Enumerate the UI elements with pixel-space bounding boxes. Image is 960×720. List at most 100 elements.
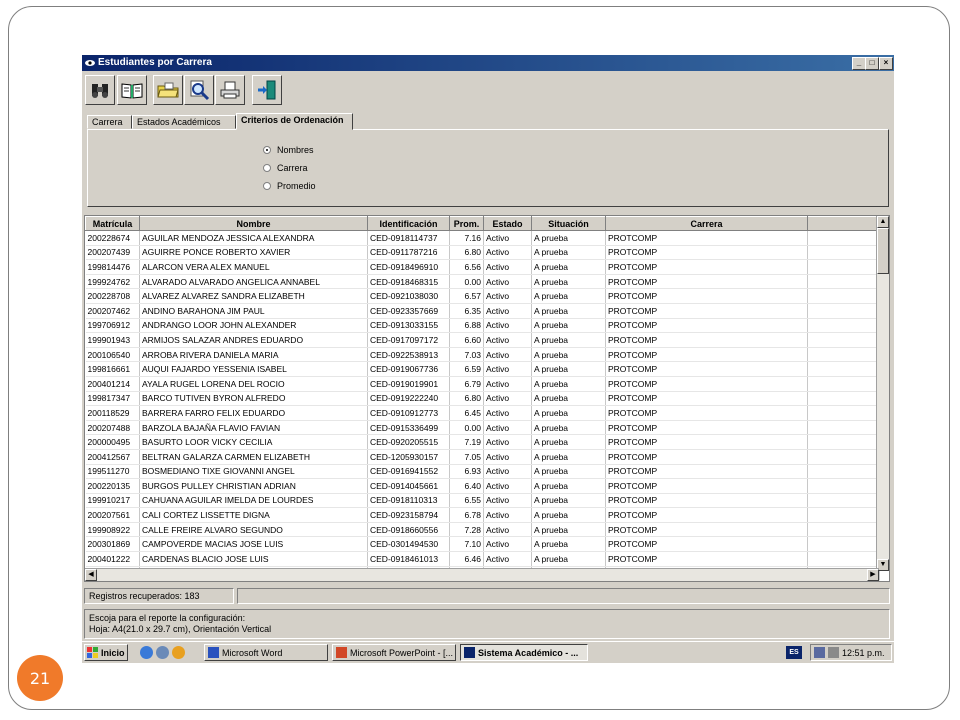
vertical-scrollbar[interactable]: ▲ ▼ [876, 216, 889, 571]
preview-button[interactable] [184, 75, 214, 105]
cell-empty [807, 434, 880, 450]
radio-nombres[interactable]: Nombres [263, 143, 314, 157]
maximize-button[interactable]: □ [865, 57, 879, 70]
cell-carrera: PROTCOMP [605, 507, 808, 523]
open-book-button[interactable] [117, 75, 147, 105]
cell-matricula: 199908922 [85, 522, 140, 538]
media-player-icon[interactable] [172, 646, 185, 659]
table-row[interactable]: 199908922 CALLE FREIRE ALVARO SEGUNDO CED-… [85, 522, 880, 538]
table-row[interactable]: 200207488 BARZOLA BAJAÑA FLAVIO FAVIAN CED… [85, 420, 880, 436]
cell-carrera: PROTCOMP [605, 391, 808, 407]
table-row[interactable]: 200220135 BURGOS PULLEY CHRISTIAN ADRIAN C… [85, 478, 880, 494]
column-header-nombre[interactable]: Nombre [139, 216, 368, 231]
task-sistema-academico[interactable]: Sistema Académico - ... [460, 644, 588, 661]
cell-identificacion: CED-1205930157 [367, 449, 450, 465]
records-count: Registros recuperados: 183 [84, 588, 234, 604]
cell-promedio: 7.10 [449, 536, 484, 553]
start-button[interactable]: Inicio [84, 644, 128, 661]
cell-matricula: 199706912 [85, 318, 140, 334]
folder-button[interactable] [153, 75, 183, 105]
column-header-carrera[interactable]: Carrera [605, 216, 808, 231]
table-row[interactable]: 200412567 BELTRAN GALARZA CARMEN ELIZABET… [85, 449, 880, 465]
cell-promedio: 6.88 [449, 318, 484, 334]
column-header-situacion[interactable]: Situación [531, 216, 606, 231]
cell-identificacion: CED-0918496910 [367, 259, 450, 275]
table-row[interactable]: 199816661 AUQUI FAJARDO YESSENIA ISABEL CE… [85, 361, 880, 377]
criteria-panel: Nombres Carrera Promedio [87, 129, 889, 207]
table-row[interactable]: 200228708 ALVAREZ ALVAREZ SANDRA ELIZABET… [85, 288, 880, 304]
table-row[interactable]: 199924762 ALVARADO ALVARADO ANGELICA ANNA… [85, 274, 880, 290]
column-header-estado[interactable]: Estado [483, 216, 532, 231]
column-header-identificacion[interactable]: Identificación [367, 216, 450, 231]
cell-identificacion: CED-0919019901 [367, 376, 450, 392]
title-bar[interactable]: Estudiantes por Carrera _ □ × [82, 55, 894, 71]
table-row[interactable]: 200228674 AGUILAR MENDOZA JESSICA ALEXAND… [85, 230, 880, 246]
exit-button[interactable] [252, 75, 282, 105]
cell-carrera: PROTCOMP [605, 303, 808, 319]
radio-label-carrera: Carrera [277, 163, 308, 173]
cell-carrera: PROTCOMP [605, 478, 808, 494]
table-row[interactable]: 199511270 BOSMEDIANO TIXE GIOVANNI ANGEL C… [85, 464, 880, 480]
search-records-button[interactable] [85, 75, 115, 105]
cell-carrera: PROTCOMP [605, 230, 808, 246]
cell-estado: Activo [483, 361, 532, 377]
radio-promedio[interactable]: Promedio [263, 179, 316, 193]
table-row[interactable]: 200207439 AGUIRRE PONCE ROBERTO XAVIER CED… [85, 245, 880, 261]
tab-estados-academicos[interactable]: Estados Académicos [132, 115, 236, 129]
eye-icon [464, 647, 475, 658]
table-row[interactable]: 199814476 ALARCON VERA ALEX MANUEL CED-091… [85, 259, 880, 275]
app-window: Estudiantes por Carrera _ □ × Carrera Es… [82, 55, 894, 663]
start-label: Inicio [101, 647, 125, 658]
table-row[interactable]: 200301869 CAMPOVERDE MACIAS JOSE LUIS CED-… [85, 536, 880, 553]
table-row[interactable]: 200207561 CALI CORTEZ LISSETTE DIGNA CED-0… [85, 507, 880, 523]
cell-empty [807, 361, 880, 377]
close-button[interactable]: × [879, 57, 893, 70]
volume-icon[interactable] [828, 647, 839, 658]
column-header-matricula[interactable]: Matrícula [85, 216, 140, 231]
radio-unselected-icon[interactable] [263, 182, 271, 190]
table-row[interactable]: 199901943 ARMIJOS SALAZAR ANDRES EDUARDO C… [85, 332, 880, 348]
cell-nombre: AGUIRRE PONCE ROBERTO XAVIER [139, 245, 368, 261]
table-row[interactable]: 200118529 BARRERA FARRO FELIX EDUARDO CED-… [85, 405, 880, 421]
table-row[interactable]: 200401222 CARDENAS BLACIO JOSE LUIS CED-09… [85, 551, 880, 567]
scroll-left-arrow-icon[interactable]: ◀ [85, 569, 97, 581]
scroll-right-arrow-icon[interactable]: ▶ [867, 569, 879, 581]
cell-promedio: 6.79 [449, 376, 484, 392]
cell-promedio: 6.80 [449, 245, 484, 261]
tab-carrera[interactable]: Carrera [87, 115, 132, 129]
table-row[interactable]: 199706912 ANDRANGO LOOR JOHN ALEXANDER CED… [85, 318, 880, 334]
cell-empty [807, 522, 880, 538]
table-row[interactable]: 200207462 ANDINO BARAHONA JIM PAUL CED-092… [85, 303, 880, 319]
cell-carrera: PROTCOMP [605, 288, 808, 304]
network-icon[interactable] [814, 647, 825, 658]
cell-matricula: 200401222 [85, 551, 140, 567]
scroll-up-arrow-icon[interactable]: ▲ [877, 216, 889, 228]
radio-selected-icon[interactable] [263, 146, 271, 154]
task-powerpoint[interactable]: Microsoft PowerPoint - [... [332, 644, 456, 661]
radio-label-nombres: Nombres [277, 145, 314, 155]
table-row[interactable]: 200401214 AYALA RUGEL LORENA DEL ROCIO CED… [85, 376, 880, 392]
cell-identificacion: CED-0916941552 [367, 464, 450, 480]
table-row[interactable]: 200106540 ARROBA RIVERA DANIELA MARIA CED-… [85, 347, 880, 363]
table-row[interactable]: 199910217 CAHUANA AGUILAR IMELDA DE LOURD… [85, 493, 880, 509]
radio-carrera[interactable]: Carrera [263, 161, 308, 175]
print-button[interactable] [215, 75, 245, 105]
desktop-icon[interactable] [156, 646, 169, 659]
task-microsoft-word[interactable]: Microsoft Word [204, 644, 328, 661]
task-label-word: Microsoft Word [222, 647, 283, 658]
cell-estado: Activo [483, 318, 532, 334]
cell-promedio: 6.40 [449, 478, 484, 494]
cell-empty [807, 449, 880, 465]
minimize-button[interactable]: _ [852, 57, 866, 70]
tab-criterios-ordenacion[interactable]: Criterios de Ordenación [236, 113, 353, 130]
cell-identificacion: CED-0918114737 [367, 230, 450, 246]
table-row[interactable]: 199817347 BARCO TUTIVEN BYRON ALFREDO CED-… [85, 391, 880, 407]
scroll-thumb[interactable] [877, 228, 889, 274]
radio-unselected-icon[interactable] [263, 164, 271, 172]
table-row[interactable]: 200000495 BASURTO LOOR VICKY CECILIA CED-0… [85, 434, 880, 450]
column-header-promedio[interactable]: Prom. [449, 216, 484, 231]
language-indicator[interactable]: ES [786, 646, 802, 659]
internet-explorer-icon[interactable] [140, 646, 153, 659]
horizontal-scrollbar[interactable]: ◀ ▶ [85, 568, 879, 581]
cell-carrera: PROTCOMP [605, 493, 808, 509]
